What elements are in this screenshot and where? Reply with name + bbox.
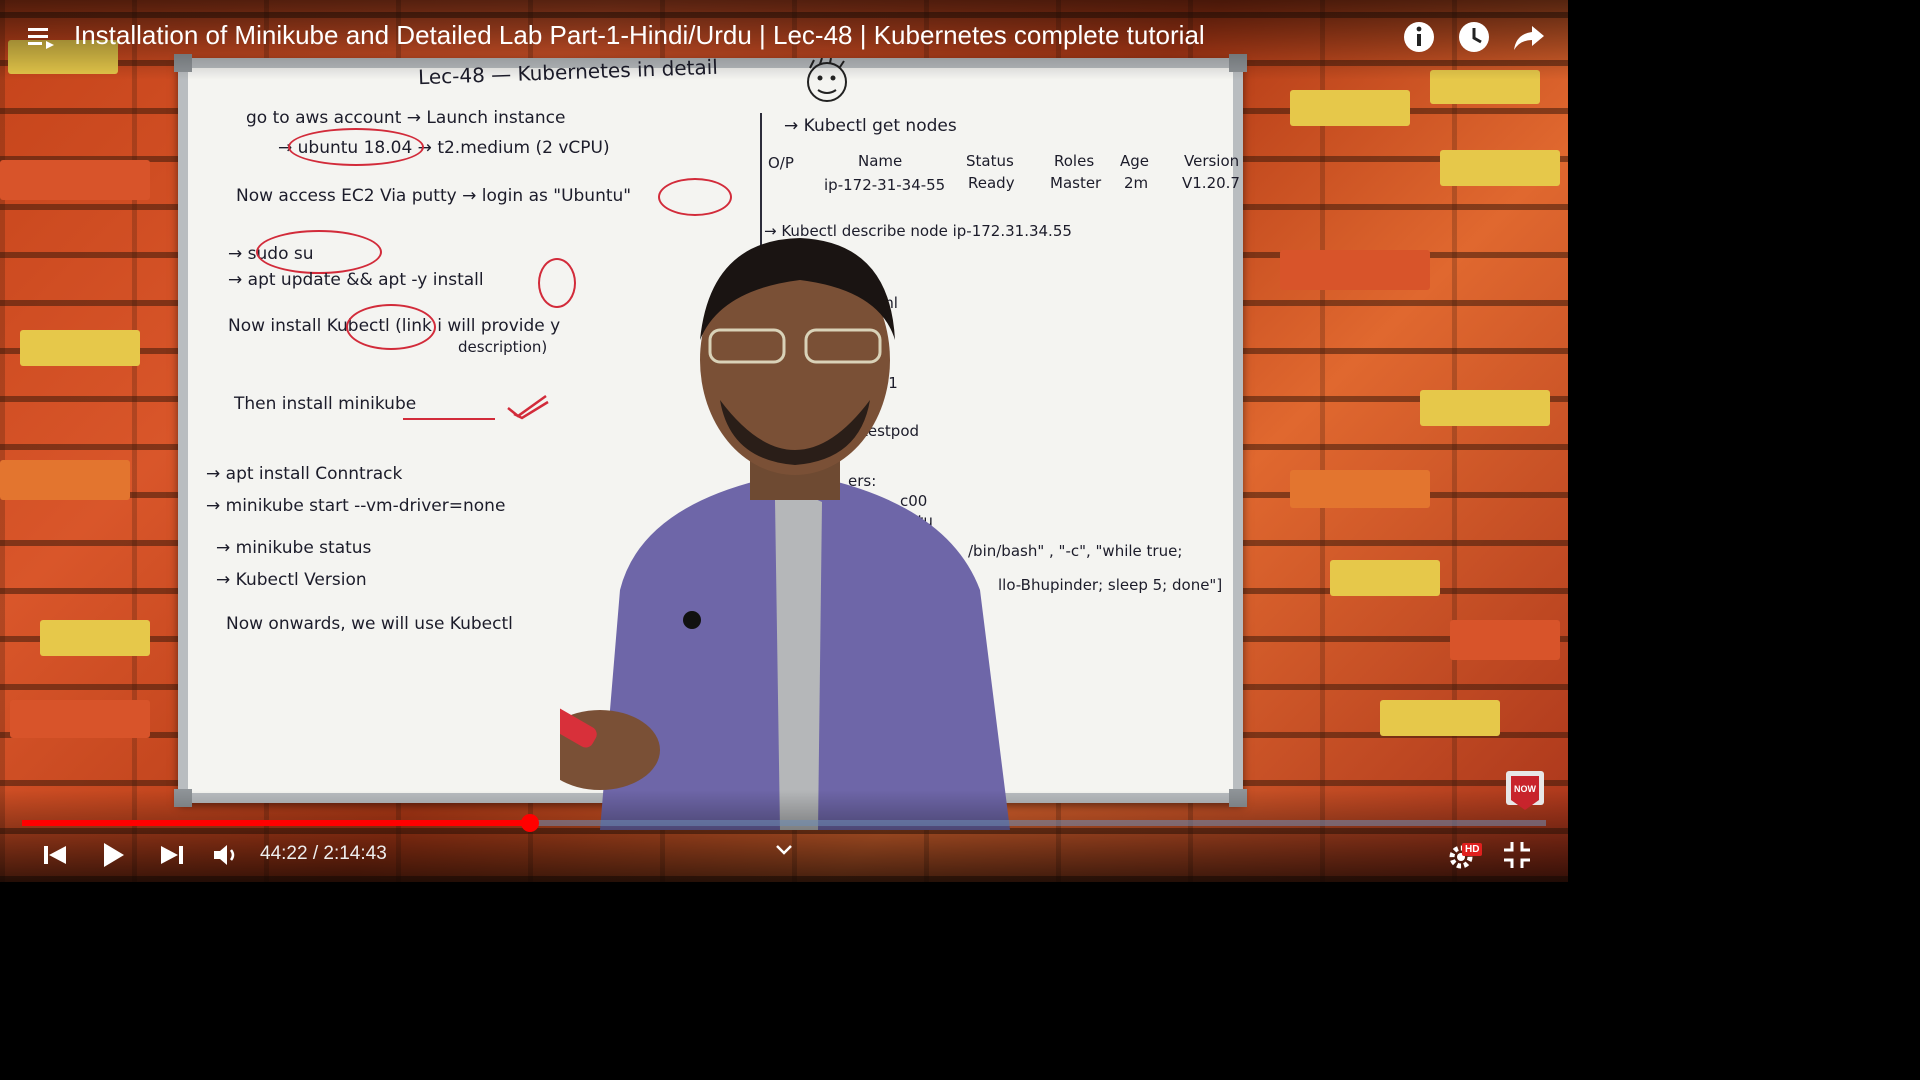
marker-circle: [256, 230, 382, 274]
board-left-line: → apt install Conntrack: [206, 464, 403, 484]
table-cell: ip-172-31-34-55: [824, 176, 946, 194]
brick: [0, 460, 130, 500]
table-cell: Ready: [968, 174, 1015, 192]
board-left-line: → minikube status: [216, 538, 372, 558]
board-left-line: → Kubectl Version: [216, 570, 367, 590]
board-left-line: → apt update && apt -y install: [228, 270, 484, 290]
marker-underline: [403, 418, 495, 420]
brick: [0, 160, 150, 200]
current-time: 44:22: [260, 843, 308, 864]
brick: [1450, 620, 1560, 660]
board-left-line: Then install minikube: [234, 394, 417, 414]
hd-badge: HD: [1462, 843, 1483, 856]
playlist-icon[interactable]: [24, 22, 56, 54]
time-separator: /: [312, 843, 319, 864]
video-title[interactable]: Installation of Minikube and Detailed La…: [74, 20, 1205, 51]
brick: [1290, 470, 1430, 508]
brick: [20, 330, 140, 366]
progress-bar[interactable]: [22, 814, 1546, 832]
table-cell: Master: [1050, 174, 1102, 192]
board-left-line: Now access EC2 Via putty → login as "Ubu…: [236, 186, 632, 206]
subscribe-text: NOW: [1514, 784, 1536, 794]
brick: [10, 700, 150, 738]
board-left-line: Now onwards, we will use Kubectl: [226, 614, 513, 634]
video-frame[interactable]: Lec-48 — Kubernetes in detail go to aws …: [0, 0, 1568, 882]
duration: 2:14:43: [323, 843, 387, 864]
brick: [1290, 90, 1410, 126]
brick: [1380, 700, 1500, 736]
next-icon[interactable]: [155, 838, 189, 872]
board-left-line: go to aws account → Launch instance: [246, 108, 566, 128]
table-cell: V1.20.7: [1182, 174, 1240, 192]
board-right-line: → Kubectl get nodes: [784, 116, 957, 136]
presenter: [560, 238, 1010, 830]
chevron-down-icon[interactable]: [768, 836, 800, 864]
previous-icon[interactable]: [38, 838, 72, 872]
table-cell: 2m: [1124, 174, 1149, 192]
brick: [40, 620, 150, 656]
board-fragment: llo-Bhupinder; sleep 5; done"]: [998, 576, 1223, 594]
brick: [1280, 250, 1430, 290]
video-player[interactable]: Lec-48 — Kubernetes in detail go to aws …: [0, 0, 1568, 882]
brick: [1330, 560, 1440, 596]
marker-circle: [346, 304, 436, 350]
output-label: O/P: [768, 154, 794, 172]
board-left-line: → minikube start --vm-driver=none: [206, 496, 506, 516]
clock-icon[interactable]: [1457, 20, 1491, 54]
exit-fullscreen-icon[interactable]: [1500, 838, 1534, 872]
progress-played: [22, 820, 531, 826]
volume-icon[interactable]: [208, 838, 242, 872]
table-header: Roles: [1054, 152, 1095, 170]
table-header: Status: [966, 152, 1014, 170]
table-header: Age: [1120, 152, 1150, 170]
info-icon[interactable]: [1402, 20, 1436, 54]
board-left-line: description): [458, 338, 548, 356]
checkmark-icon: [507, 394, 549, 420]
brick: [1420, 390, 1550, 426]
table-header: Version: [1184, 152, 1240, 170]
marker-circle: [658, 178, 732, 216]
table-header: Name: [858, 152, 903, 170]
time-display: 44:22 / 2:14:43: [260, 843, 387, 865]
marker-circle: [288, 128, 424, 166]
share-icon[interactable]: [1512, 20, 1546, 54]
play-icon[interactable]: [96, 838, 130, 872]
brick: [1440, 150, 1560, 186]
